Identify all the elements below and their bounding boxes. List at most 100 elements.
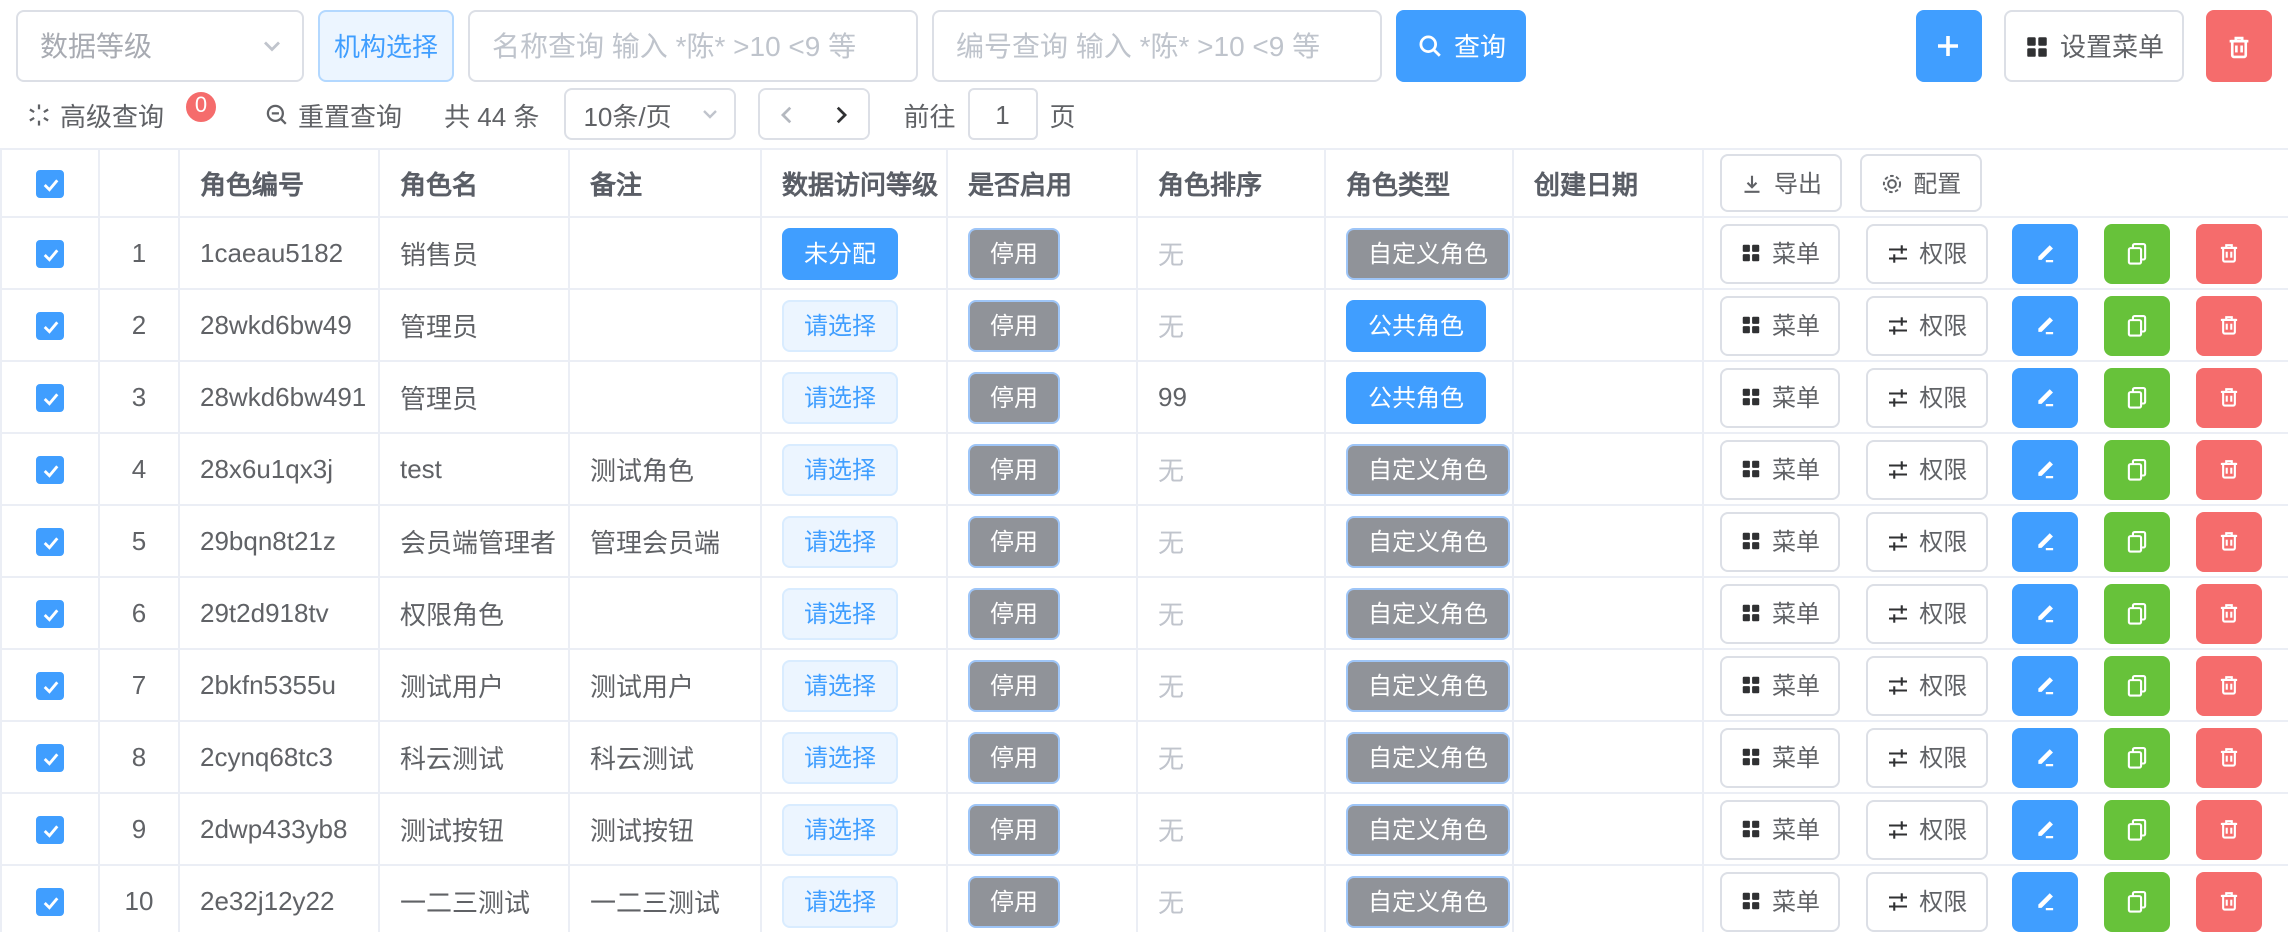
enabled-toggle-button[interactable]: 停用 bbox=[968, 443, 1060, 495]
edit-button[interactable] bbox=[2013, 439, 2079, 499]
role-type-button[interactable]: 自定义角色 bbox=[1346, 731, 1510, 783]
role-type-button[interactable]: 自定义角色 bbox=[1346, 803, 1510, 855]
access-level-button[interactable]: 请选择 bbox=[782, 731, 898, 783]
permission-button[interactable]: 权限 bbox=[1865, 367, 1987, 427]
menu-button[interactable]: 菜单 bbox=[1720, 655, 1840, 715]
row-checkbox[interactable] bbox=[36, 745, 64, 773]
delete-row-button[interactable] bbox=[2195, 223, 2261, 283]
enabled-toggle-button[interactable]: 停用 bbox=[968, 875, 1060, 927]
enabled-toggle-button[interactable]: 停用 bbox=[968, 227, 1060, 279]
edit-button[interactable] bbox=[2013, 367, 2079, 427]
edit-button[interactable] bbox=[2013, 655, 2079, 715]
menu-button[interactable]: 菜单 bbox=[1720, 223, 1840, 283]
role-type-button[interactable]: 自定义角色 bbox=[1346, 443, 1510, 495]
permission-button[interactable]: 权限 bbox=[1865, 439, 1987, 499]
role-type-button[interactable]: 自定义角色 bbox=[1346, 227, 1510, 279]
code-query-input[interactable] bbox=[932, 10, 1382, 82]
search-button[interactable]: 查询 bbox=[1396, 10, 1526, 82]
edit-button[interactable] bbox=[2013, 799, 2079, 859]
enabled-toggle-button[interactable]: 停用 bbox=[968, 515, 1060, 567]
access-level-button[interactable]: 请选择 bbox=[782, 587, 898, 639]
data-level-select[interactable]: 数据等级 bbox=[16, 10, 304, 82]
menu-button[interactable]: 菜单 bbox=[1720, 583, 1840, 643]
copy-button[interactable] bbox=[2104, 439, 2170, 499]
delete-row-button[interactable] bbox=[2195, 439, 2261, 499]
enabled-toggle-button[interactable]: 停用 bbox=[968, 299, 1060, 351]
next-page-button[interactable] bbox=[813, 90, 867, 138]
permission-button[interactable]: 权限 bbox=[1865, 799, 1987, 859]
enabled-toggle-button[interactable]: 停用 bbox=[968, 731, 1060, 783]
delete-button[interactable] bbox=[2206, 10, 2272, 82]
delete-row-button[interactable] bbox=[2195, 727, 2261, 787]
access-level-button[interactable]: 请选择 bbox=[782, 443, 898, 495]
edit-button[interactable] bbox=[2013, 223, 2079, 283]
edit-button[interactable] bbox=[2013, 727, 2079, 787]
menu-button[interactable]: 菜单 bbox=[1720, 511, 1840, 571]
delete-row-button[interactable] bbox=[2195, 583, 2261, 643]
copy-button[interactable] bbox=[2104, 511, 2170, 571]
permission-button[interactable]: 权限 bbox=[1865, 295, 1987, 355]
enabled-toggle-button[interactable]: 停用 bbox=[968, 587, 1060, 639]
goto-page-input[interactable] bbox=[967, 88, 1037, 140]
org-select-button[interactable]: 机构选择 bbox=[318, 10, 454, 82]
enabled-toggle-button[interactable]: 停用 bbox=[968, 803, 1060, 855]
access-level-button[interactable]: 请选择 bbox=[782, 371, 898, 423]
edit-button[interactable] bbox=[2013, 583, 2079, 643]
row-checkbox[interactable] bbox=[36, 241, 64, 269]
access-level-button[interactable]: 请选择 bbox=[782, 803, 898, 855]
delete-row-button[interactable] bbox=[2195, 295, 2261, 355]
row-checkbox[interactable] bbox=[36, 313, 64, 341]
menu-button[interactable]: 菜单 bbox=[1720, 367, 1840, 427]
copy-button[interactable] bbox=[2104, 655, 2170, 715]
add-button[interactable] bbox=[1916, 10, 1982, 82]
access-level-button[interactable]: 请选择 bbox=[782, 659, 898, 711]
access-level-button[interactable]: 请选择 bbox=[782, 875, 898, 927]
edit-button[interactable] bbox=[2013, 871, 2079, 931]
prev-page-button[interactable] bbox=[759, 90, 813, 138]
access-level-button[interactable]: 未分配 bbox=[782, 227, 898, 279]
menu-button[interactable]: 菜单 bbox=[1720, 799, 1840, 859]
menu-button[interactable]: 菜单 bbox=[1720, 727, 1840, 787]
permission-button[interactable]: 权限 bbox=[1865, 871, 1987, 931]
delete-row-button[interactable] bbox=[2195, 871, 2261, 931]
permission-button[interactable]: 权限 bbox=[1865, 583, 1987, 643]
row-checkbox[interactable] bbox=[36, 385, 64, 413]
reset-query-button[interactable]: 重置查询 bbox=[264, 95, 402, 133]
select-all-checkbox[interactable] bbox=[36, 171, 64, 199]
role-type-button[interactable]: 自定义角色 bbox=[1346, 875, 1510, 927]
copy-button[interactable] bbox=[2104, 583, 2170, 643]
permission-button[interactable]: 权限 bbox=[1865, 223, 1987, 283]
role-type-button[interactable]: 自定义角色 bbox=[1346, 659, 1510, 711]
enabled-toggle-button[interactable]: 停用 bbox=[968, 371, 1060, 423]
menu-button[interactable]: 菜单 bbox=[1720, 295, 1840, 355]
role-type-button[interactable]: 公共角色 bbox=[1346, 299, 1486, 351]
edit-button[interactable] bbox=[2013, 511, 2079, 571]
permission-button[interactable]: 权限 bbox=[1865, 511, 1987, 571]
row-checkbox[interactable] bbox=[36, 673, 64, 701]
delete-row-button[interactable] bbox=[2195, 511, 2261, 571]
permission-button[interactable]: 权限 bbox=[1865, 727, 1987, 787]
setup-menu-button[interactable]: 设置菜单 bbox=[2004, 10, 2184, 82]
role-type-button[interactable]: 公共角色 bbox=[1346, 371, 1486, 423]
row-checkbox[interactable] bbox=[36, 601, 64, 629]
copy-button[interactable] bbox=[2104, 799, 2170, 859]
export-button[interactable]: 导出 bbox=[1720, 154, 1842, 212]
enabled-toggle-button[interactable]: 停用 bbox=[968, 659, 1060, 711]
role-type-button[interactable]: 自定义角色 bbox=[1346, 587, 1510, 639]
permission-button[interactable]: 权限 bbox=[1865, 655, 1987, 715]
menu-button[interactable]: 菜单 bbox=[1720, 439, 1840, 499]
row-checkbox[interactable] bbox=[36, 889, 64, 917]
delete-row-button[interactable] bbox=[2195, 799, 2261, 859]
advanced-query-button[interactable]: 高级查询 0 bbox=[26, 95, 218, 133]
name-query-input[interactable] bbox=[468, 10, 918, 82]
row-checkbox[interactable] bbox=[36, 817, 64, 845]
delete-row-button[interactable] bbox=[2195, 655, 2261, 715]
config-button[interactable]: 配置 bbox=[1859, 154, 1981, 212]
delete-row-button[interactable] bbox=[2195, 367, 2261, 427]
access-level-button[interactable]: 请选择 bbox=[782, 299, 898, 351]
page-size-select[interactable]: 10条/页 bbox=[563, 88, 735, 140]
copy-button[interactable] bbox=[2104, 727, 2170, 787]
row-checkbox[interactable] bbox=[36, 457, 64, 485]
edit-button[interactable] bbox=[2013, 295, 2079, 355]
row-checkbox[interactable] bbox=[36, 529, 64, 557]
